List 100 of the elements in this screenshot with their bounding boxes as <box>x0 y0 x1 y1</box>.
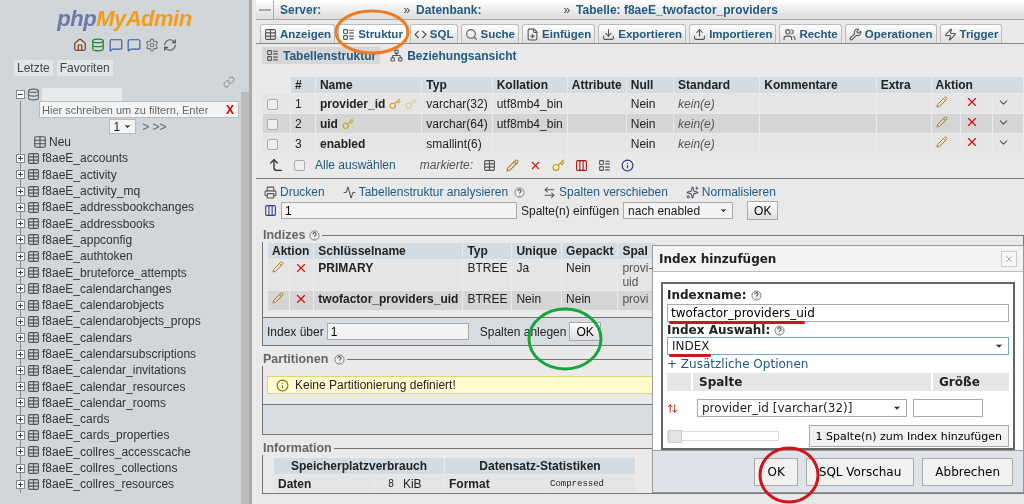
dialog-button[interactable]: OK <box>754 457 798 486</box>
tree-item[interactable]: f8aeE_collres_accesscache <box>42 444 191 459</box>
next-page-link[interactable]: > >> <box>142 119 167 134</box>
tree-item[interactable]: f8aeE_bruteforce_attempts <box>42 265 187 280</box>
tree-item[interactable]: f8aeE_calendars <box>42 330 133 345</box>
tree-item[interactable]: f8aeE_calendarsubscriptions <box>42 347 197 361</box>
column-count-field[interactable]: 1 <box>326 323 469 340</box>
ok-button[interactable]: OK <box>569 322 601 341</box>
tree-item[interactable]: f8aeE_authtoken <box>42 249 133 264</box>
position-select[interactable]: nach enabled <box>623 202 734 219</box>
expand-icon[interactable] <box>16 251 25 261</box>
expand-icon[interactable] <box>16 414 25 424</box>
expand-icon[interactable] <box>16 463 25 473</box>
info-icon <box>276 378 289 392</box>
expand-icon[interactable] <box>16 398 25 408</box>
dialog-button[interactable]: Abbrechen <box>922 457 1013 486</box>
pencil-icon <box>272 292 284 304</box>
expand-icon[interactable] <box>16 382 25 392</box>
tab[interactable]: Exportieren <box>598 24 687 43</box>
link-icon <box>223 76 235 88</box>
expand-icon[interactable] <box>16 170 25 180</box>
sidebar-tab[interactable]: Letzte <box>14 60 53 76</box>
column-count-field[interactable]: 1 <box>281 202 517 219</box>
tab[interactable]: Struktur <box>338 24 407 43</box>
action-link[interactable]: Normalisieren <box>685 185 776 199</box>
tree-item[interactable]: f8aeE_calendarobjects <box>42 298 165 313</box>
select-all-checkbox[interactable] <box>294 159 305 171</box>
tree-item[interactable]: f8aeE_cards_properties <box>42 428 170 443</box>
tab[interactable]: Anzeigen <box>260 24 336 43</box>
tree-item[interactable]: f8aeE_accounts <box>42 151 129 166</box>
slider-thumb[interactable] <box>668 430 682 443</box>
chart-icon <box>342 185 356 199</box>
filter-field[interactable]: Hier schreiben um zu filtern, Enter X <box>39 101 239 118</box>
tree-item[interactable]: f8aeE_activity <box>42 167 117 182</box>
expand-icon[interactable] <box>16 202 25 212</box>
expand-icon[interactable] <box>16 268 25 277</box>
expand-icon[interactable] <box>16 479 25 489</box>
tree-item[interactable]: Neu <box>49 135 71 150</box>
tree-item[interactable]: f8aeE_calendar_invitations <box>42 363 187 378</box>
row-checkbox[interactable] <box>267 98 278 110</box>
expand-icon[interactable] <box>16 153 25 163</box>
action-link[interactable]: Spalten verschieben <box>543 185 668 199</box>
index-type-select[interactable]: INDEX <box>667 337 1009 355</box>
tab[interactable]: Operationen <box>844 24 937 43</box>
select-all-link[interactable]: Alle auswählen <box>315 158 396 172</box>
add-column-button[interactable]: 1 Spalte(n) zum Index hinzufügen <box>808 425 1009 447</box>
scrollbar[interactable] <box>241 92 249 504</box>
tree-item[interactable]: f8aeE_calendarchanges <box>42 281 172 296</box>
index-name-field[interactable]: twofactor_providers_uid <box>667 304 1009 322</box>
file-plus-icon <box>526 27 539 41</box>
expand-icon[interactable] <box>16 431 25 440</box>
breadcrumb-link[interactable]: Tabelle: f8aeE_twofactor_providers <box>576 2 778 17</box>
upload-icon <box>693 27 707 41</box>
expand-icon[interactable] <box>16 365 25 375</box>
tree-item[interactable]: f8aeE_appconfig <box>42 232 133 247</box>
key-icon <box>552 158 566 172</box>
table-cell: kein(e) <box>678 136 715 151</box>
dialog-button[interactable]: SQL Vorschau <box>805 457 915 486</box>
expand-icon[interactable] <box>16 316 25 326</box>
tab[interactable]: Einfügen <box>522 24 596 43</box>
size-field[interactable] <box>913 399 983 417</box>
row-checkbox[interactable] <box>267 118 278 130</box>
options-link[interactable]: + Zusätzliche Optionen <box>667 357 1009 371</box>
row-checkbox[interactable] <box>267 138 278 150</box>
expand-icon[interactable] <box>16 349 25 359</box>
expand-icon[interactable] <box>16 447 25 457</box>
expand-icon[interactable] <box>16 300 25 310</box>
tree-item[interactable]: f8aeE_calendarobjects_props <box>42 314 201 329</box>
tab[interactable]: SQL <box>409 24 458 43</box>
expand-icon[interactable] <box>16 186 25 196</box>
clear-button[interactable]: X <box>224 102 236 117</box>
tree-item[interactable]: f8aeE_addressbookchanges <box>42 200 195 215</box>
subtab[interactable]: Beziehungsansicht <box>386 47 521 64</box>
slider-track[interactable] <box>667 431 779 441</box>
expand-icon[interactable] <box>16 235 25 245</box>
table-icon <box>483 158 497 172</box>
tree-item[interactable]: f8aeE_activity_mq <box>42 184 141 199</box>
page-select[interactable]: 1 <box>109 119 137 134</box>
tab[interactable]: Rechte <box>779 24 842 43</box>
expand-icon[interactable] <box>16 219 25 229</box>
breadcrumb-link[interactable]: Server: <box>280 2 322 17</box>
tree-item[interactable]: f8aeE_collres_resources <box>42 477 175 492</box>
ok-button[interactable]: OK <box>747 201 779 220</box>
tree-item[interactable]: f8aeE_collres_collections <box>42 461 178 476</box>
tab[interactable]: Suche <box>460 24 519 43</box>
tree-item[interactable]: f8aeE_calendar_resources <box>42 379 186 394</box>
expand-icon[interactable] <box>16 333 25 343</box>
tree-item[interactable]: f8aeE_addressbooks <box>42 216 155 231</box>
tab[interactable]: Trigger <box>939 24 1003 43</box>
breadcrumb-link[interactable]: Datenbank: <box>416 2 482 17</box>
sidebar-tab[interactable]: Favoriten <box>56 60 113 76</box>
subtab[interactable]: Tabellenstruktur <box>262 47 381 64</box>
tab[interactable]: Importieren <box>689 24 777 43</box>
tree-item[interactable]: f8aeE_cards <box>42 412 110 427</box>
action-link[interactable]: Tabellenstruktur analysieren <box>342 185 509 199</box>
column-select[interactable]: provider_id [varchar(32)] <box>697 399 907 417</box>
tree-item[interactable]: f8aeE_calendar_rooms <box>42 395 167 410</box>
action-link[interactable]: Drucken <box>264 185 325 199</box>
collapse-icon[interactable] <box>16 90 25 99</box>
expand-icon[interactable] <box>16 284 25 294</box>
